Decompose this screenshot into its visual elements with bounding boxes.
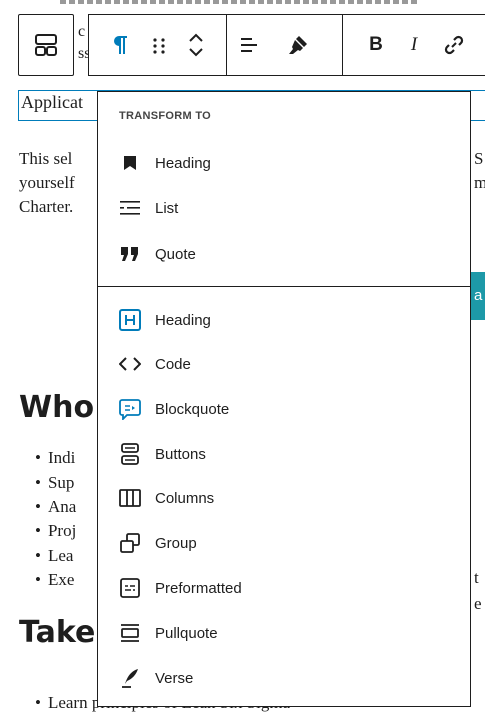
paragraph-line: This sel — [19, 149, 73, 168]
link-icon — [444, 35, 464, 55]
cta-button-partial[interactable]: a — [471, 272, 485, 320]
buttons-block-icon — [35, 34, 57, 56]
bold-button[interactable]: B — [361, 15, 391, 75]
menu-item-label: Heading — [155, 311, 211, 329]
menu-item-columns[interactable]: Columns — [110, 478, 460, 518]
menu-item-label: Blockquote — [155, 400, 230, 418]
list-item: Exe — [35, 568, 74, 592]
paragraph-icon — [114, 36, 127, 54]
highlight-button[interactable] — [278, 15, 318, 75]
menu-item-quote[interactable]: Quote — [110, 234, 460, 274]
blockquote-icon — [119, 398, 141, 420]
paragraph-right: S m — [474, 147, 485, 195]
verse-icon — [119, 667, 141, 689]
clipped-top-line — [0, 0, 485, 6]
menu-item-heading[interactable]: Heading — [110, 143, 460, 183]
paragraph-block-button[interactable] — [99, 15, 139, 75]
menu-item-label: Quote — [155, 245, 196, 263]
menu-item-label: Preformatted — [155, 579, 242, 597]
align-left-icon — [241, 38, 257, 52]
quote-icon — [119, 243, 141, 265]
buttons-icon — [119, 443, 141, 465]
menu-item-label: Heading — [155, 154, 211, 172]
columns-icon — [119, 487, 141, 509]
menu-item-verse[interactable]: Verse — [110, 658, 460, 698]
section-heading: Who — [19, 390, 95, 425]
move-up-down-icon — [189, 33, 203, 57]
preformatted-icon — [119, 577, 141, 599]
list-item: Lea — [35, 544, 73, 568]
menu-item-blockquote[interactable]: Blockquote — [110, 389, 460, 429]
link-button[interactable] — [437, 15, 471, 75]
menu-title: TRANSFORM TO — [119, 110, 212, 122]
menu-item-buttons[interactable]: Buttons — [110, 434, 460, 474]
menu-item-label: Buttons — [155, 445, 206, 463]
list-item-right: t — [474, 568, 479, 587]
menu-item-heading-block[interactable]: Heading — [110, 300, 460, 340]
cta-button-label: a — [474, 287, 483, 304]
list-item: Ana — [35, 495, 76, 519]
paragraph-line: S — [474, 149, 484, 168]
list-item-right: e — [474, 594, 482, 613]
menu-item-pullquote[interactable]: Pullquote — [110, 613, 460, 653]
move-up-down-button[interactable] — [179, 15, 213, 75]
group-icon — [119, 532, 141, 554]
list-item: Proj — [35, 519, 76, 543]
bookmark-icon — [119, 152, 141, 174]
paragraph-line: m — [474, 173, 485, 192]
menu-item-preformatted[interactable]: Preformatted — [110, 568, 460, 608]
menu-item-label: Verse — [155, 669, 194, 687]
menu-item-code[interactable]: Code — [110, 344, 460, 384]
partial-text-top: c — [78, 23, 86, 40]
list-item: Sup — [35, 471, 74, 495]
list-item: Indi — [35, 446, 75, 470]
block-type-button[interactable] — [19, 15, 73, 75]
paragraph-line: Charter. — [19, 197, 74, 216]
selected-block-text[interactable]: Applicat — [21, 92, 83, 113]
paragraph-left: This sel yourself Charter. — [19, 147, 75, 219]
menu-item-label: List — [155, 199, 179, 217]
heading-h-icon — [119, 309, 141, 331]
highlighter-icon — [289, 36, 307, 54]
align-button[interactable] — [229, 15, 269, 75]
drag-handle-icon — [153, 38, 165, 54]
menu-item-label: Columns — [155, 489, 215, 507]
pullquote-icon — [119, 622, 141, 644]
block-parent-selector[interactable] — [18, 14, 74, 76]
italic-button[interactable]: I — [399, 15, 429, 75]
list-icon — [119, 197, 141, 219]
paragraph-line: yourself — [19, 173, 75, 192]
menu-item-list[interactable]: List — [110, 188, 460, 228]
menu-divider — [98, 286, 470, 287]
transform-menu: TRANSFORM TO Heading List Quote Heading … — [97, 91, 471, 707]
section-heading: Take — [19, 615, 96, 650]
code-icon — [119, 353, 141, 375]
block-toolbar: B I — [88, 14, 485, 76]
toolbar-separator — [226, 15, 227, 75]
menu-item-group[interactable]: Group — [110, 523, 460, 563]
menu-item-label: Code — [155, 355, 191, 373]
toolbar-separator — [342, 15, 343, 75]
menu-item-label: Pullquote — [155, 624, 218, 642]
drag-handle-button[interactable] — [144, 15, 174, 75]
menu-item-label: Group — [155, 534, 197, 552]
